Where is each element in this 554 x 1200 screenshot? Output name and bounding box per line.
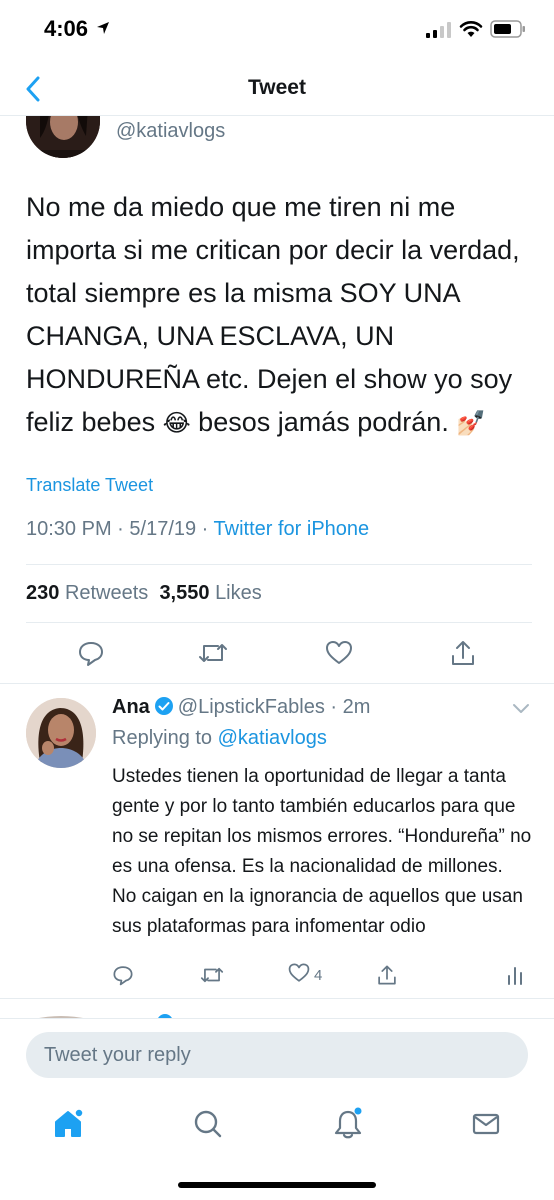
tweet-actions (0, 636, 554, 672)
status-bar: 4:06 (0, 0, 554, 60)
location-arrow-icon (96, 21, 110, 40)
share-icon[interactable] (446, 636, 480, 670)
reply-text: Ustedes tienen la oportunidad de llegar … (112, 766, 532, 937)
reply-icon[interactable] (74, 636, 108, 670)
retweet-icon[interactable] (196, 636, 230, 670)
like-icon[interactable] (322, 636, 356, 670)
replying-to: Replying to @katiavlogs (112, 727, 327, 750)
retweets-label[interactable]: Retweets (65, 582, 148, 604)
battery-icon (490, 20, 526, 43)
chevron-down-icon[interactable] (512, 702, 530, 720)
retweet-icon[interactable] (200, 962, 224, 988)
reply-time: 2m (342, 696, 371, 718)
tweet-text-part-1: No me da miedo que me tiren ni me import… (26, 192, 520, 437)
divider (26, 564, 532, 565)
page-title: Tweet (248, 76, 306, 99)
tweet-date: 5/17/19 (129, 518, 197, 540)
tweet-time: 10:30 PM (26, 518, 112, 540)
like-button[interactable]: 4 (288, 962, 322, 988)
reply-author-name[interactable]: Ana (112, 696, 150, 718)
likes-label[interactable]: Likes (215, 582, 262, 604)
retweets-count[interactable]: 230 (26, 582, 59, 604)
nail-polish-emoji: 💅🏻 (456, 410, 487, 437)
home-icon[interactable] (46, 1102, 90, 1146)
divider (0, 683, 554, 684)
notifications-icon[interactable] (326, 1102, 370, 1146)
signal-icon (426, 22, 452, 43)
tweet-source-link[interactable]: Twitter for iPhone (214, 518, 370, 540)
tweet-author-handle[interactable]: @katiavlogs (116, 120, 225, 143)
reply-actions: 4 (0, 962, 554, 990)
laughing-emoji: 😂 (162, 410, 191, 437)
divider (0, 998, 554, 999)
translate-tweet-link[interactable]: Translate Tweet (26, 475, 153, 496)
divider (26, 622, 532, 623)
tweet-text-part-2: besos jamás podrán. (198, 407, 449, 437)
replying-to-handle[interactable]: @katiavlogs (218, 727, 327, 749)
replying-to-label: Replying to (112, 727, 213, 749)
wifi-icon (459, 20, 483, 43)
reply-author-handle[interactable]: @LipstickFables (178, 696, 325, 718)
status-time: 4:06 (44, 16, 89, 41)
tweet-stats: 230 Retweets 3,550 Likes (26, 582, 262, 605)
nav-bar: Tweet (0, 60, 554, 116)
reply-input[interactable]: Tweet your reply (26, 1032, 528, 1078)
share-icon[interactable] (376, 962, 398, 988)
reply-input-placeholder: Tweet your reply (44, 1044, 191, 1066)
reply-icon[interactable] (112, 962, 134, 988)
tweet-text: No me da miedo que me tiren ni me import… (26, 186, 532, 445)
reply-header: Ana @LipstickFables · 2m (112, 696, 370, 722)
home-indicator[interactable] (178, 1182, 376, 1188)
search-icon[interactable] (186, 1102, 230, 1146)
like-icon (288, 962, 310, 988)
tweet-meta: 10:30 PM · 5/17/19 · Twitter for iPhone (26, 518, 370, 540)
verified-badge-icon (154, 696, 174, 722)
reply-composer-bar: Tweet your reply (0, 1018, 554, 1088)
likes-count[interactable]: 3,550 (159, 582, 209, 604)
reply-likes-count: 4 (314, 966, 323, 984)
analytics-icon[interactable] (506, 962, 524, 988)
reply-avatar[interactable] (26, 698, 96, 768)
messages-icon[interactable] (464, 1102, 508, 1146)
